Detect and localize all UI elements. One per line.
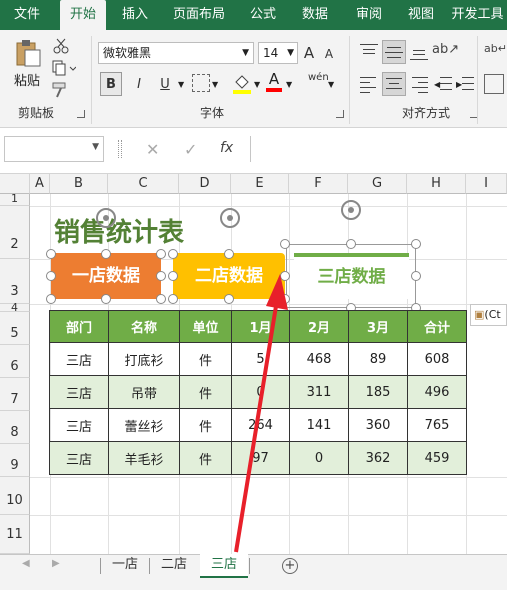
sheet-tab-store2[interactable]: 二店: [151, 554, 197, 578]
sheet-tab-store1[interactable]: 一店: [102, 554, 148, 578]
tab-separator: [249, 558, 250, 574]
scroll-tabs-left-icon[interactable]: ◀: [22, 558, 30, 569]
tab-separator: [149, 558, 150, 574]
sheet-tab-bar: [0, 554, 507, 578]
tab-separator: [100, 558, 101, 574]
add-sheet-icon[interactable]: +: [282, 558, 298, 574]
status-bar: [0, 578, 507, 590]
scroll-tabs-right-icon[interactable]: ▶: [52, 558, 60, 569]
sheet-tab-store3[interactable]: 三店: [200, 554, 248, 578]
annotation-arrow-icon: [234, 274, 288, 553]
